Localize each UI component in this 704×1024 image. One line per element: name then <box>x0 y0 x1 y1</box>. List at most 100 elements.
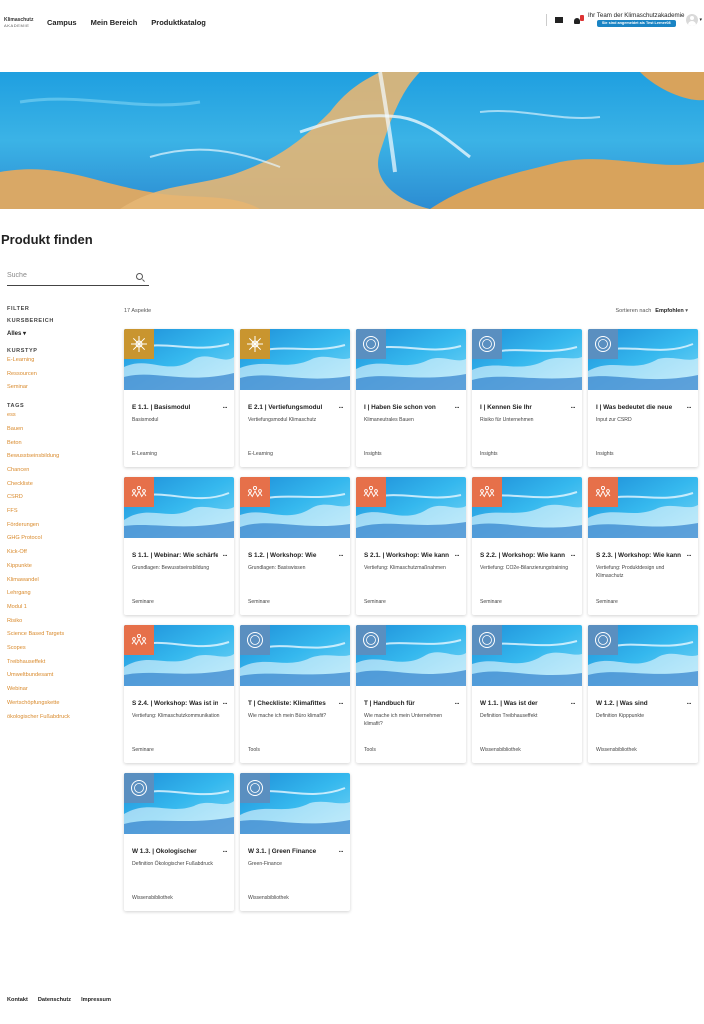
product-card[interactable]: I | Haben Sie schon von ... Klimaneutral… <box>356 329 466 467</box>
product-card[interactable]: S 1.1. | Webinar: Wie schärfe ... Grundl… <box>124 477 234 615</box>
product-card[interactable]: W 1.2. | Was sind ... Definition Kipppun… <box>588 625 698 763</box>
tag-item[interactable]: Modul 1 <box>7 601 112 615</box>
product-card[interactable]: W 3.1. | Green Finance ... Green-Finance… <box>240 773 350 911</box>
product-card[interactable]: S 2.1. | Workshop: Wie kann ... Vertiefu… <box>356 477 466 615</box>
more-options-icon[interactable]: ... <box>223 699 228 706</box>
nav-campus[interactable]: Campus <box>47 18 77 27</box>
tag-item[interactable]: Umweltbundesamt <box>7 669 112 683</box>
tag-item[interactable]: Webinar <box>7 683 112 697</box>
card-icon-badge <box>356 329 386 359</box>
card-title: T | Handbuch für <box>364 700 415 707</box>
product-card[interactable]: S 2.3. | Workshop: Wie kann ... Vertiefu… <box>588 477 698 615</box>
more-options-icon[interactable]: ... <box>687 403 692 410</box>
more-options-icon[interactable]: ... <box>339 551 344 558</box>
kurstyp-item[interactable]: Ressourcen <box>7 368 112 382</box>
tag-item[interactable]: Lehrgang <box>7 587 112 601</box>
more-options-icon[interactable]: ... <box>455 551 460 558</box>
tag-item[interactable]: Förderungen <box>7 519 112 533</box>
sort-value: Empfohlen <box>655 308 684 314</box>
product-card[interactable]: T | Checkliste: Klimafittes ... Wie mach… <box>240 625 350 763</box>
tag-item[interactable]: Kippunkte <box>7 560 112 574</box>
kurstyp-item[interactable]: E-Learning <box>7 354 112 368</box>
more-options-icon[interactable]: ... <box>339 847 344 854</box>
tag-item[interactable]: ökologischer Fußabdruck <box>7 711 112 725</box>
product-card[interactable]: E 1.1. | Basismodul ... Basismodul E-Lea… <box>124 329 234 467</box>
mail-icon[interactable] <box>554 16 563 23</box>
product-card[interactable]: S 2.4. | Workshop: Was ist in ... Vertie… <box>124 625 234 763</box>
tag-item[interactable]: Kick-Off <box>7 546 112 560</box>
user-info[interactable]: Ihr Team der Klimaschutzakademie Sie sin… <box>588 12 684 27</box>
tag-item[interactable]: Treibhauseffekt <box>7 656 112 670</box>
more-options-icon[interactable]: ... <box>687 699 692 706</box>
tag-item[interactable]: Science Based Targets <box>7 628 112 642</box>
sort-control[interactable]: Sortieren nach Empfohlen ▾ <box>616 308 689 314</box>
card-icon-badge <box>240 329 270 359</box>
tag-item[interactable]: Chancen <box>7 464 112 478</box>
card-type: Insights <box>364 451 382 457</box>
kursbereich-value: Alles <box>7 331 22 337</box>
search-icon[interactable] <box>136 273 143 280</box>
card-description: Definition Kipppunkte <box>596 713 645 719</box>
nav-mein-bereich[interactable]: Mein Bereich <box>91 18 138 27</box>
tag-item[interactable]: Wertschöpfungskette <box>7 697 112 711</box>
tag-item[interactable]: Risiko <box>7 615 112 629</box>
product-card[interactable]: W 1.1. | Was ist der ... Definition Trei… <box>472 625 582 763</box>
more-options-icon[interactable]: ... <box>223 847 228 854</box>
footer-kontakt[interactable]: Kontakt <box>7 997 28 1003</box>
more-options-icon[interactable]: ... <box>571 403 576 410</box>
product-card[interactable]: I | Was bedeutet die neue ... Input zur … <box>588 329 698 467</box>
more-options-icon[interactable]: ... <box>339 403 344 410</box>
tag-item[interactable]: ess <box>7 409 112 423</box>
more-options-icon[interactable]: ... <box>571 699 576 706</box>
tag-item[interactable]: CSRD <box>7 491 112 505</box>
kursbereich-heading: KURSBEREICH <box>7 318 54 324</box>
card-description: Risiko für Unternehmen <box>480 417 534 423</box>
kurstyp-list: E-Learning Ressourcen Seminar <box>7 354 112 395</box>
tag-item[interactable]: Beton <box>7 437 112 451</box>
card-description: Input zur CSRD <box>596 417 632 423</box>
tag-item[interactable]: Bauen <box>7 423 112 437</box>
compass-icon <box>247 632 263 648</box>
compass-icon <box>363 336 379 352</box>
sort-label: Sortieren nach <box>615 308 652 314</box>
card-title: S 2.1. | Workshop: Wie kann <box>364 552 450 559</box>
card-title: I | Haben Sie schon von <box>364 404 436 411</box>
more-options-icon[interactable]: ... <box>223 551 228 558</box>
footer-datenschutz[interactable]: Datenschutz <box>38 997 71 1003</box>
product-card[interactable]: T | Handbuch für ... Wie mache ich mein … <box>356 625 466 763</box>
tag-item[interactable]: Checkliste <box>7 478 112 492</box>
more-options-icon[interactable]: ... <box>687 551 692 558</box>
logo[interactable]: Klimaschutz AKADEMIE <box>4 15 36 29</box>
more-options-icon[interactable]: ... <box>455 403 460 410</box>
kurstyp-item[interactable]: Seminar <box>7 381 112 395</box>
more-options-icon[interactable]: ... <box>455 699 460 706</box>
card-type: Seminare <box>132 599 154 605</box>
more-options-icon[interactable]: ... <box>571 551 576 558</box>
card-description: Grundlagen: Bewusstseinsbildung <box>132 565 210 571</box>
chevron-down-icon[interactable]: ▾ <box>699 17 702 23</box>
search-input[interactable] <box>7 272 127 279</box>
product-card[interactable]: S 1.2. | Workshop: Wie ... Grundlagen: B… <box>240 477 350 615</box>
product-card[interactable]: I | Kennen Sie Ihr ... Risiko für Untern… <box>472 329 582 467</box>
avatar[interactable] <box>686 13 699 26</box>
kursbereich-select[interactable]: Alles ▾ <box>7 330 112 337</box>
footer-impressum[interactable]: Impressum <box>81 997 111 1003</box>
card-thumbnail <box>588 329 698 390</box>
card-icon-badge <box>588 477 618 507</box>
tag-item[interactable]: Scopes <box>7 642 112 656</box>
tag-item[interactable]: FFS <box>7 505 112 519</box>
more-options-icon[interactable]: ... <box>223 403 228 410</box>
card-icon-badge <box>356 625 386 655</box>
product-card[interactable]: E 2.1 | Vertiefungsmodul ... Vertiefungs… <box>240 329 350 467</box>
tag-item[interactable]: Bewusstseinsbildung <box>7 450 112 464</box>
card-icon-badge <box>356 477 386 507</box>
product-card[interactable]: W 1.3. | Ökologischer ... Definition Öko… <box>124 773 234 911</box>
notification-bell[interactable] <box>573 14 584 25</box>
logo-line2: AKADEMIE <box>4 22 30 28</box>
nav-produktkatalog[interactable]: Produktkatalog <box>151 18 206 27</box>
more-options-icon[interactable]: ... <box>339 699 344 706</box>
wheel-icon <box>247 336 263 352</box>
tag-item[interactable]: GHG Protocol <box>7 532 112 546</box>
product-card[interactable]: S 2.2. | Workshop: Wie kann ... Vertiefu… <box>472 477 582 615</box>
tag-item[interactable]: Klimawandel <box>7 574 112 588</box>
